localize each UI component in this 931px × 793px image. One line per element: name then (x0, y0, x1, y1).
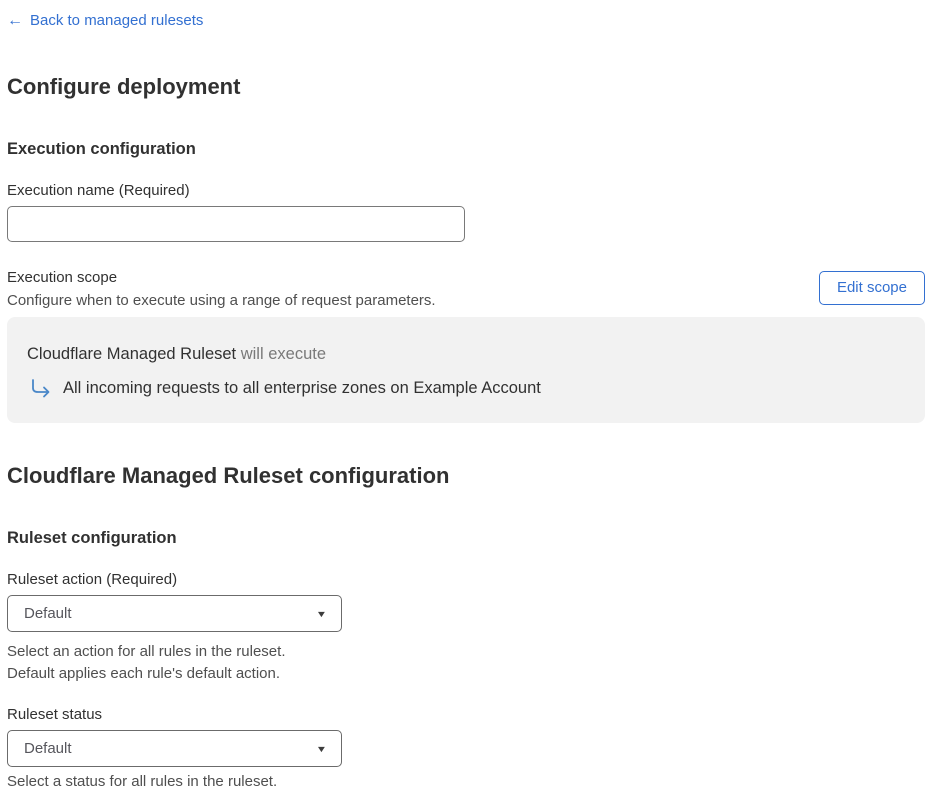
execution-name-input[interactable] (7, 206, 465, 242)
scope-summary-will-execute: will execute (236, 345, 327, 363)
back-arrow-icon: ← (7, 12, 23, 29)
chevron-down-icon: ▼ (315, 743, 328, 754)
execution-scope-label: Execution scope (7, 269, 118, 286)
execution-scope-description: Configure when to execute using a range … (7, 292, 436, 309)
scope-summary-line1: Cloudflare Managed Ruleset will execute (27, 343, 905, 365)
scope-summary-ruleset-name: Cloudflare Managed Ruleset (27, 345, 237, 363)
chevron-down-icon: ▼ (315, 608, 328, 619)
execution-configuration-heading: Execution configuration (7, 140, 196, 158)
page-title: Configure deployment (7, 74, 241, 99)
ruleset-action-help-line1: Select an action for all rules in the ru… (7, 643, 286, 660)
ruleset-configuration-subheading: Ruleset configuration (7, 529, 177, 547)
scope-summary-box: Cloudflare Managed Ruleset will execute … (7, 317, 925, 423)
ruleset-action-selected-value: Default (24, 605, 72, 622)
ruleset-status-help: Select a status for all rules in the rul… (7, 773, 278, 790)
ruleset-configuration-title: Cloudflare Managed Ruleset configuration (7, 463, 450, 488)
scope-summary-text: All incoming requests to all enterprise … (63, 379, 541, 397)
ruleset-action-help-line2: Default applies each rule's default acti… (7, 665, 281, 682)
scope-summary-line2: All incoming requests to all enterprise … (30, 377, 905, 399)
back-link-label: Back to managed rulesets (30, 12, 204, 29)
ruleset-action-label: Ruleset action (Required) (7, 571, 178, 588)
ruleset-status-selected-value: Default (24, 740, 72, 757)
execution-scope-row: Execution scope Configure when to execut… (7, 266, 925, 312)
ruleset-status-select[interactable]: Default ▼ (7, 730, 342, 767)
ruleset-action-select[interactable]: Default ▼ (7, 595, 342, 632)
ruleset-status-label: Ruleset status (7, 706, 103, 723)
configure-deployment-page: ← Back to managed rulesets Configure dep… (0, 0, 931, 793)
ruleset-action-help: Select an action for all rules in the ru… (7, 641, 925, 685)
back-to-managed-rulesets-link[interactable]: ← Back to managed rulesets (7, 10, 203, 32)
execution-name-label: Execution name (Required) (7, 182, 190, 199)
edit-scope-button[interactable]: Edit scope (818, 271, 925, 305)
execution-scope-text: Execution scope Configure when to execut… (7, 266, 436, 312)
return-arrow-icon (32, 378, 50, 397)
